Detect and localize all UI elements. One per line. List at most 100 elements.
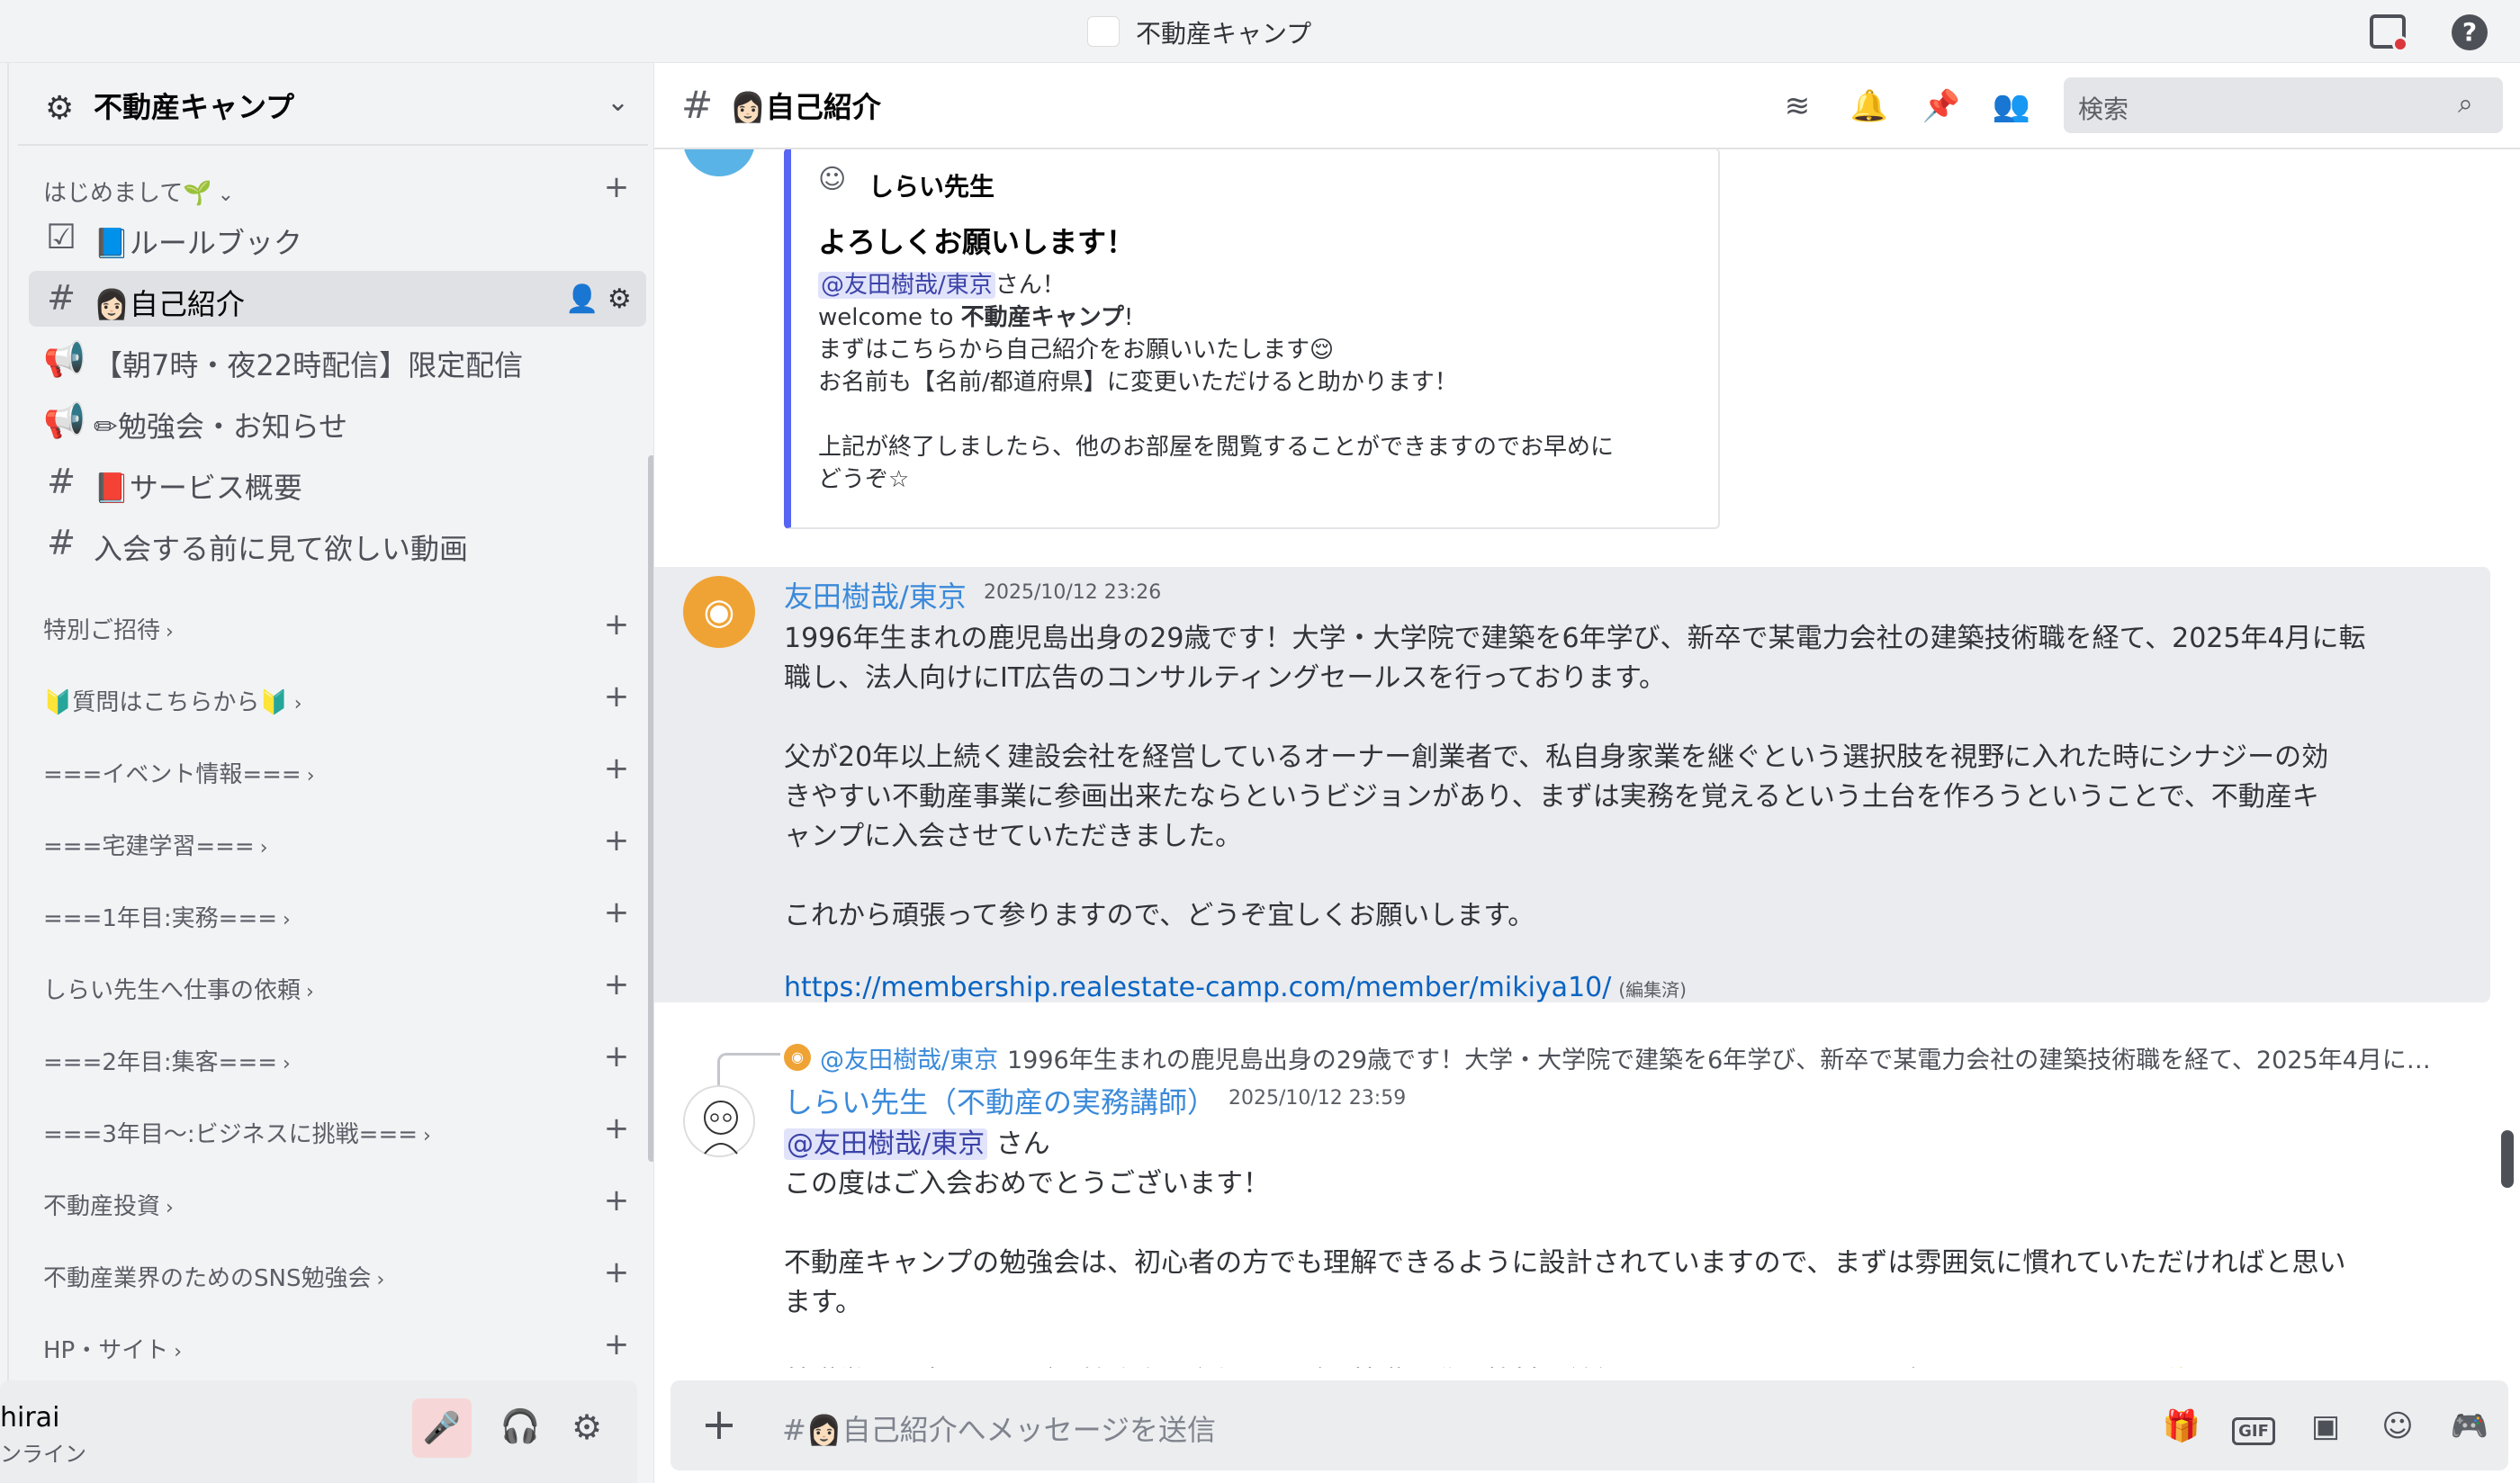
- hash-icon: #: [47, 278, 76, 318]
- category-1nenme[interactable]: ===1年目:実務=== ›: [43, 900, 291, 936]
- channel-label: 👩🏻自己紹介: [94, 287, 245, 321]
- add-channel-icon[interactable]: +: [603, 752, 630, 788]
- user-panel: hirai ンライン 🎤 🎧 ⚙: [0, 1380, 637, 1483]
- category-shitsumon[interactable]: 🔰質問はこちらから🔰 ›: [43, 684, 302, 720]
- reply-preview[interactable]: 1996年生まれの鹿児島出身の29歳です！大学・大学院で建築を6年学び、新卒で某…: [1007, 1040, 2447, 1075]
- message-input[interactable]: #👩🏻自己紹介へメッセージを送信: [782, 1407, 1216, 1449]
- message[interactable]: ◉ 友田樹哉/東京 2025/10/12 23:26 1996年生まれの鹿児島出…: [654, 567, 2490, 1003]
- add-channel-icon[interactable]: +: [603, 896, 630, 932]
- invite-icon[interactable]: 👤: [565, 283, 598, 315]
- megaphone-icon: 📢: [43, 400, 86, 440]
- emoji-icon[interactable]: ☺: [2375, 1404, 2420, 1449]
- channel-gentei-haishin[interactable]: 📢 【朝7時・夜22時配信】限定配信: [29, 332, 646, 388]
- category-hajimemashite[interactable]: はじめまして🌱 ⌄: [43, 175, 234, 211]
- category-label: 不動産業界のためのSNS勉強会: [43, 1265, 372, 1292]
- message-link-row: https://membership.realestate-camp.com/m…: [784, 972, 1687, 1003]
- message-line: 1996年生まれの鹿児島出身の29歳です！大学・大学院で建築を6年学び、新卒で某…: [784, 623, 2366, 654]
- category-toushi[interactable]: 不動産投資 ›: [43, 1188, 174, 1224]
- game-controller-icon[interactable]: 🎮: [2447, 1404, 2492, 1449]
- mic-muted-icon[interactable]: 🎤: [412, 1398, 472, 1458]
- gear-icon[interactable]: ⚙: [608, 283, 632, 315]
- add-channel-icon[interactable]: +: [603, 608, 630, 644]
- headphones-icon[interactable]: 🎧: [493, 1400, 547, 1454]
- message-line: 父が20年以上続く建設会社を経営しているオーナー創業者で、私自身家業を継ぐという…: [784, 742, 2329, 773]
- chevron-right-icon: ›: [283, 909, 291, 931]
- channel-nyuukai-douga[interactable]: # 入会する前に見て欲しい動画: [29, 516, 646, 571]
- category-2nenme[interactable]: ===2年目:集客=== ›: [43, 1044, 291, 1080]
- gift-icon[interactable]: 🎁: [2159, 1404, 2204, 1449]
- user-mention[interactable]: @友田樹哉/東京: [784, 1128, 988, 1160]
- channel-rulebook[interactable]: ☑ 📘ルールブック: [29, 210, 646, 265]
- add-channel-icon[interactable]: +: [603, 1328, 630, 1364]
- category-3nenme[interactable]: ===3年目〜:ビジネスに挑戦=== ›: [43, 1116, 431, 1152]
- help-icon[interactable]: ?: [2452, 14, 2488, 50]
- embed-text: !: [1123, 304, 1134, 331]
- add-channel-icon[interactable]: +: [603, 968, 630, 1004]
- notification-dot: [2392, 36, 2408, 52]
- chevron-right-icon: ›: [423, 1125, 431, 1147]
- category-tokubetsu[interactable]: 特別ご招待 ›: [43, 612, 174, 648]
- category-hp-site[interactable]: HP・サイト ›: [43, 1332, 182, 1368]
- threads-icon[interactable]: ≋: [1776, 85, 1819, 128]
- embed-title: よろしくお願いします！: [818, 225, 1136, 259]
- category-takken[interactable]: ===宅建学習=== ›: [43, 828, 268, 864]
- gif-label: GIF: [2232, 1417, 2275, 1445]
- chevron-right-icon: ›: [166, 621, 174, 643]
- pin-icon[interactable]: 📌: [1920, 85, 1963, 128]
- gif-icon[interactable]: GIF: [2231, 1404, 2276, 1449]
- category-label: ===宅建学習===: [43, 833, 255, 860]
- username[interactable]: hirai: [0, 1402, 59, 1434]
- category-label: 特別ご招待: [43, 617, 161, 644]
- discord-avatar-icon[interactable]: ◉: [683, 576, 755, 648]
- message-scrollbar[interactable]: [2501, 1130, 2514, 1188]
- reply-author[interactable]: @友田樹哉/東京: [820, 1040, 998, 1075]
- category-sns[interactable]: 不動産業界のためのSNS勉強会 ›: [43, 1260, 384, 1296]
- message-composer[interactable]: + #👩🏻自己紹介へメッセージを送信 🎁 GIF ▣ ☺ 🎮: [670, 1380, 2508, 1470]
- avatar[interactable]: [683, 1085, 755, 1157]
- membership-link[interactable]: https://membership.realestate-camp.com/m…: [784, 972, 1611, 1003]
- message-line: ャンプに入会させていただきました。: [784, 821, 1243, 852]
- category-label: ===イベント情報===: [43, 761, 302, 788]
- add-channel-icon[interactable]: +: [603, 1256, 630, 1292]
- add-channel-icon[interactable]: +: [603, 824, 630, 860]
- message-list[interactable]: ☺ しらい先生 よろしくお願いします！ @友田樹哉/東京 さん！ welcome …: [654, 149, 2520, 1368]
- member-list-icon[interactable]: 👥: [1990, 85, 2033, 128]
- category-event[interactable]: ===イベント情報=== ›: [43, 756, 315, 792]
- message-author[interactable]: 友田樹哉/東京: [784, 574, 967, 616]
- channel-label: 📘ルールブック: [94, 226, 302, 260]
- search-input[interactable]: 検索 ⌕: [2064, 77, 2503, 133]
- embed-line: まずはこちらから自己紹介をお願いいたします😌: [818, 337, 1335, 364]
- avatar[interactable]: [683, 149, 755, 176]
- add-attachment-icon[interactable]: +: [692, 1398, 746, 1452]
- add-channel-icon[interactable]: +: [603, 680, 630, 716]
- add-channel-icon[interactable]: +: [603, 1040, 630, 1076]
- megaphone-icon: 📢: [43, 339, 86, 379]
- channel-benkyoukai[interactable]: 📢 ✏勉強会・お知らせ: [29, 393, 646, 449]
- add-channel-icon[interactable]: +: [603, 1184, 630, 1220]
- chevron-right-icon: ›: [376, 1269, 385, 1291]
- sticker-icon[interactable]: ▣: [2303, 1404, 2348, 1449]
- hash-icon: #: [681, 83, 714, 127]
- channel-jikoshoukai[interactable]: # 👩🏻自己紹介 👤 ⚙: [29, 271, 646, 327]
- bell-icon[interactable]: 🔔: [1848, 85, 1891, 128]
- edited-label: (編集済): [1618, 979, 1687, 1001]
- channel-service-gaiyou[interactable]: # 📕サービス概要: [29, 454, 646, 510]
- user-settings-icon[interactable]: ⚙: [560, 1400, 614, 1454]
- message-author[interactable]: しらい先生（不動産の実務講師）: [784, 1080, 1216, 1121]
- category-shirai-irai[interactable]: しらい先生へ仕事の依頼 ›: [43, 972, 314, 1008]
- message-line: これから頑張って参りますので、どうぞ宜しくお願いします。: [784, 900, 1535, 931]
- user-mention[interactable]: @友田樹哉/東京: [818, 272, 995, 299]
- message-text: さん: [995, 1128, 1050, 1160]
- add-channel-icon[interactable]: +: [603, 1112, 630, 1148]
- chevron-right-icon: ›: [174, 1341, 183, 1363]
- message-line: 職し、法人向けにIT広告のコンサルティングセールスを行っております。: [784, 662, 1666, 694]
- embed-line: @友田樹哉/東京 さん！: [818, 266, 1066, 300]
- server-name: 不動産キャンプ: [94, 90, 295, 124]
- add-channel-icon[interactable]: +: [603, 171, 630, 207]
- server-header[interactable]: ⚙ 不動産キャンプ ⌄: [18, 65, 648, 146]
- chevron-right-icon: ›: [306, 981, 314, 1003]
- category-label: 🔰質問はこちらから🔰: [43, 689, 289, 716]
- embed-author: しらい先生: [868, 172, 995, 202]
- chevron-down-icon: ⌄: [607, 86, 630, 118]
- window-title: 不動産キャンプ: [1136, 19, 1312, 49]
